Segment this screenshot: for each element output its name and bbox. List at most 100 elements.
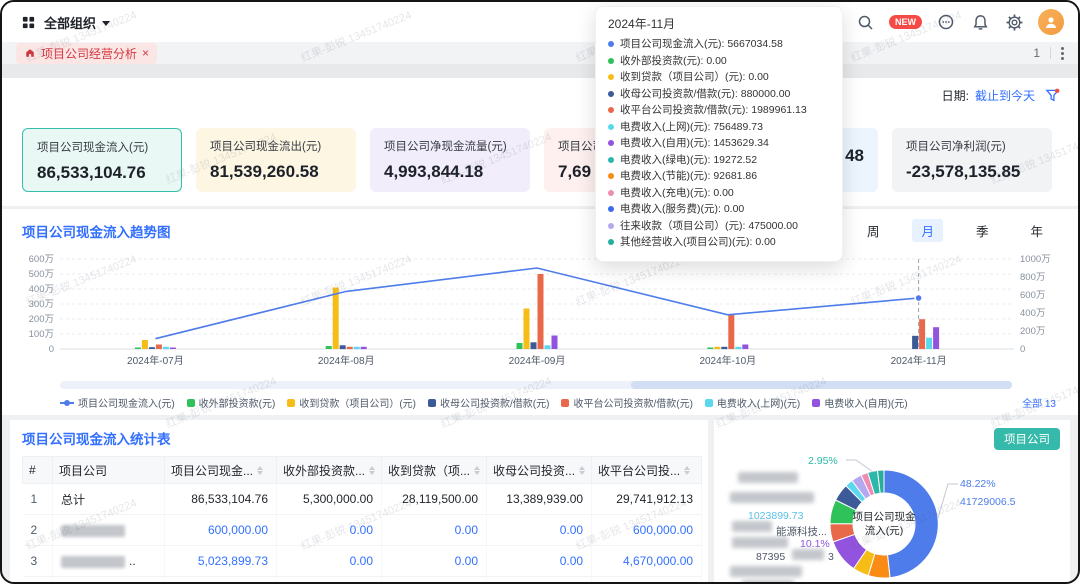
svg-text:2024年-07月: 2024年-07月 [127, 354, 184, 367]
legend-item[interactable]: 电费收入(上网)(元) [705, 395, 800, 410]
bar [919, 319, 925, 349]
svg-text:2024年-10月: 2024年-10月 [699, 354, 756, 367]
series-dot [608, 206, 614, 212]
table-row[interactable]: 3..5,023,899.730.000.000.004,670,000.00 [23, 546, 702, 577]
org-selector[interactable]: 全部组织 [18, 12, 110, 32]
svg-text:200万: 200万 [1020, 326, 1045, 337]
table-row[interactable]: 1总计86,533,104.765,300,000.0028,119,500.0… [23, 484, 702, 515]
series-dot [608, 190, 614, 196]
tooltip-item: 电费收入(服务费)(元): 0.00 [608, 201, 830, 218]
more-icon[interactable] [1061, 47, 1064, 60]
column-header[interactable]: 收母公司投资... [487, 457, 592, 484]
kpi-card[interactable]: 项目公司净利润(元) -23,578,135.85 [892, 128, 1052, 192]
donut-label: 48.22% [960, 478, 996, 490]
tooltip-item: 收外部投资款(元): 0.00 [608, 53, 830, 70]
svg-text:100万: 100万 [29, 329, 54, 340]
tooltip-item: 电费收入(充电)(元): 0.00 [608, 185, 830, 202]
chart-scrollbar-thumb[interactable] [631, 381, 1012, 389]
date-filter-row: 日期: 截止到今天 [2, 78, 1078, 112]
bar [326, 346, 332, 349]
series-dot [608, 124, 614, 130]
table-row[interactable]: 4200,000.000.000.000.00200,000.00 [23, 577, 702, 583]
bar [538, 274, 544, 349]
bar [728, 315, 734, 350]
gear-icon[interactable] [1004, 12, 1024, 32]
bar [714, 347, 720, 349]
kpi-card[interactable]: 项目公司现金流入(元)86,533,104.76 [22, 128, 182, 192]
page-indicator: 1 [1033, 46, 1040, 60]
chart-tooltip: 2024年-11月 项目公司现金流入(元): 5667034.58收外部投资款(… [595, 6, 843, 262]
svg-text:400万: 400万 [29, 284, 54, 295]
legend-item[interactable]: 项目公司现金流入(元) [60, 395, 175, 410]
donut-label: 2.95% [808, 455, 838, 467]
chart-header: 项目公司现金流入趋势图 日周月季年 [2, 209, 1078, 242]
app-window: 全部组织 档案中心 NEW [0, 0, 1080, 584]
trend-chart-card: 项目公司现金流入趋势图 日周月季年 600万500万400万300万200万10… [2, 208, 1078, 415]
bell-icon[interactable] [970, 12, 990, 32]
tooltip-items: 项目公司现金流入(元): 5667034.58收外部投资款(元): 0.00收到… [608, 36, 830, 251]
svg-text:600万: 600万 [1020, 290, 1045, 301]
column-header: # [23, 457, 53, 484]
sort-icon[interactable] [474, 466, 480, 475]
svg-text:1000万: 1000万 [1020, 254, 1051, 265]
redacted-text [730, 566, 802, 577]
svg-text:500万: 500万 [29, 269, 54, 280]
new-badge[interactable]: NEW [889, 15, 922, 29]
svg-text:0: 0 [1020, 344, 1025, 355]
tooltip-item: 项目公司现金流入(元): 5667034.58 [608, 36, 830, 53]
search-icon[interactable] [855, 12, 875, 32]
legend-show-all[interactable]: 全部 13 [1022, 395, 1056, 410]
bar [707, 348, 713, 350]
redacted-text [732, 537, 788, 548]
legend-item[interactable]: 电费收入(自用)(元) [812, 395, 907, 410]
close-icon[interactable]: × [142, 47, 149, 59]
series-dot [608, 107, 614, 113]
column-header[interactable]: 收到贷款（项... [382, 457, 487, 484]
bar [163, 347, 169, 349]
legend-item[interactable]: 收外部投资款(元) [187, 395, 276, 410]
series-dot [608, 74, 614, 80]
donut-label: 41729006.5 [960, 496, 1015, 508]
bar [545, 345, 551, 349]
filter-funnel-icon[interactable] [1045, 88, 1060, 103]
svg-text:300万: 300万 [29, 299, 54, 310]
period-tab[interactable]: 年 [1021, 219, 1052, 242]
column-header[interactable]: 收平台公司投... [592, 457, 702, 484]
sort-icon[interactable] [684, 466, 690, 475]
date-label: 日期: [942, 87, 969, 104]
svg-text:2024年-09月: 2024年-09月 [509, 354, 566, 367]
column-header[interactable]: 项目公司现金... [165, 457, 277, 484]
bar [149, 347, 155, 349]
trend-chart[interactable]: 600万500万400万300万200万100万01000万800万600万40… [10, 245, 1066, 391]
legend-item[interactable]: 收到贷款（项目公司）(元) [287, 395, 416, 410]
project-company-button[interactable]: 项目公司 [994, 428, 1060, 450]
square-marker [705, 399, 713, 407]
tooltip-item: 电费收入(节能)(元): 92681.86 [608, 168, 830, 185]
sort-icon[interactable] [369, 466, 375, 475]
legend-item[interactable]: 收母公司投资款/借款(元) [428, 395, 549, 410]
bar [933, 327, 939, 349]
kpi-card[interactable]: 项目公司净现金流量(元)4,993,844.18 [370, 128, 530, 192]
sort-icon[interactable] [257, 466, 263, 475]
kpi-value: 81,539,260.58 [210, 162, 342, 182]
donut-label: 3 [828, 551, 834, 563]
table-title: 项目公司现金流入统计表 [22, 428, 708, 448]
period-tab[interactable]: 月 [912, 219, 943, 242]
period-tab[interactable]: 季 [967, 219, 998, 242]
line-marker [60, 402, 74, 404]
chevron-down-icon [102, 21, 110, 26]
period-tab[interactable]: 周 [858, 219, 889, 242]
avatar[interactable] [1038, 9, 1064, 35]
table-row[interactable]: 2600,000.000.000.000.00600,000.00 [23, 515, 702, 546]
legend-item[interactable]: 收平台公司投资款/借款(元) [561, 395, 692, 410]
messages-icon[interactable] [936, 12, 956, 32]
tab-project-analysis[interactable]: 项目公司经营分析 × [16, 43, 157, 64]
kpi-label: 项目公司净利润(元) [906, 138, 1038, 154]
column-header[interactable]: 收外部投资款... [277, 457, 382, 484]
kpi-card[interactable]: 项目公司现金流出(元)81,539,260.58 [196, 128, 356, 192]
date-value[interactable]: 截止到今天 [975, 87, 1035, 104]
chart-scrollbar[interactable] [60, 381, 1012, 389]
sort-icon[interactable] [579, 466, 585, 475]
tooltip-item: 电费收入(绿电)(元): 19272.52 [608, 152, 830, 169]
kpi-value: -23,578,135.85 [906, 162, 1038, 182]
